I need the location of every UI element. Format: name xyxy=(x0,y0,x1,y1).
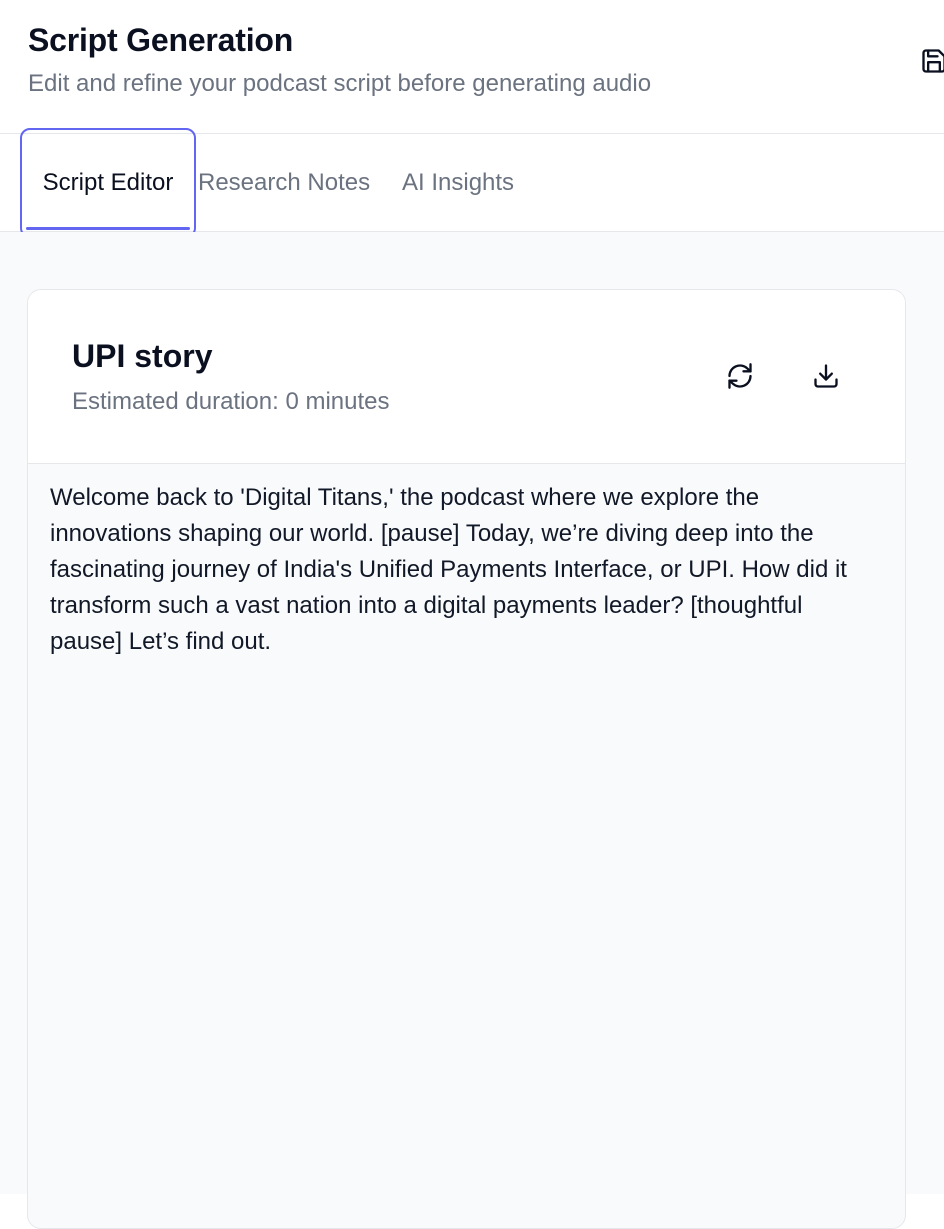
active-tab-indicator xyxy=(26,227,190,230)
regenerate-button[interactable] xyxy=(720,356,760,396)
page-title: Script Generation xyxy=(28,22,294,58)
estimated-duration: Estimated duration: 0 minutes xyxy=(72,388,390,415)
tab-script-editor-label: Script Editor xyxy=(42,169,174,196)
tab-research-notes[interactable]: Research Notes xyxy=(198,134,370,232)
script-editor-textarea[interactable]: Welcome back to 'Digital Titans,' the po… xyxy=(50,480,880,660)
save-button[interactable] xyxy=(914,42,944,80)
tab-script-editor[interactable]: Script Editor xyxy=(20,128,196,238)
page-subtitle: Edit and refine your podcast script befo… xyxy=(28,70,652,97)
script-card: UPI story Estimated duration: 0 minutes xyxy=(27,289,906,1229)
page-header: Script Generation Edit and refine your p… xyxy=(0,0,944,134)
main-content: UPI story Estimated duration: 0 minutes xyxy=(0,232,944,1229)
tab-ai-insights[interactable]: AI Insights xyxy=(402,134,514,232)
script-card-header: UPI story Estimated duration: 0 minutes xyxy=(28,290,905,464)
script-title: UPI story xyxy=(72,338,213,374)
download-button[interactable] xyxy=(806,356,846,396)
